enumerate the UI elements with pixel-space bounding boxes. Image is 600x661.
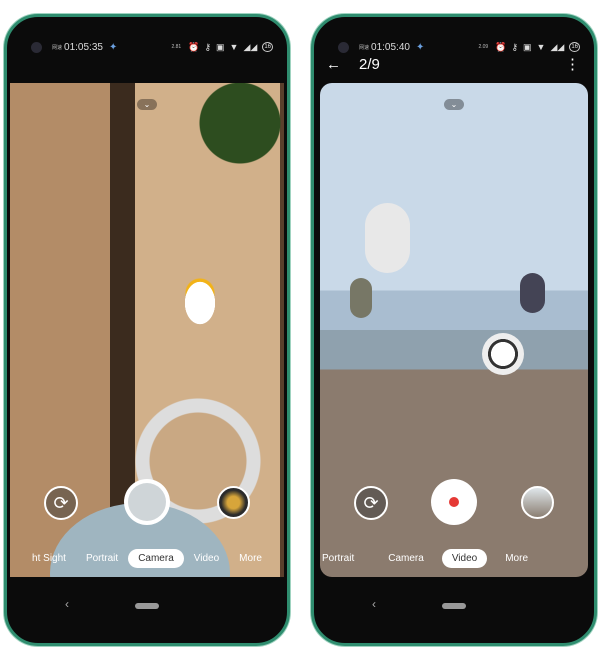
nav-back-icon[interactable]: ‹ <box>65 597 69 611</box>
nav-back-icon[interactable]: ‹ <box>372 597 376 611</box>
mode-selector: ht Sight Portrait Camera Video More <box>10 547 284 569</box>
video-preview[interactable]: ⌄ ⟳ Portrait Camera Video More <box>320 83 588 577</box>
alarm-icon: ⏰ <box>188 41 200 52</box>
status-bar: 网速 01:05:35 ✦ 2.81 ⏰ ⚷ ▣ ▼ ◢◢ 16 <box>31 39 273 55</box>
status-bar: 网速 01:05:40 ✦ 2.09 ⏰ ⚷ ▣ ▼ ◢◢ 16 <box>338 39 580 55</box>
mode-night-sight[interactable]: ht Sight <box>22 549 76 568</box>
alarm-icon: ⏰ <box>495 41 507 52</box>
page-indicator: 2/9 <box>359 55 380 73</box>
signal-icon: ◢◢ <box>243 41 258 52</box>
more-options-icon[interactable]: ⋮ <box>565 55 580 73</box>
phone-left: 网速 01:05:35 ✦ 2.81 ⏰ ⚷ ▣ ▼ ◢◢ 16 ⌄ ⟳ ht … <box>4 14 290 646</box>
chevron-down-icon[interactable]: ⌄ <box>444 99 464 110</box>
home-pill[interactable] <box>135 603 159 609</box>
battery-badge: 16 <box>262 42 273 52</box>
app-notification-icon: ✦ <box>415 41 425 53</box>
viewer-top-bar: ← 2/9 ⋮ <box>326 54 580 74</box>
mode-more[interactable]: More <box>495 549 538 568</box>
record-button[interactable] <box>431 479 477 525</box>
navigation-bar: ‹ <box>7 595 287 615</box>
shutter-button[interactable] <box>124 479 170 525</box>
nfc-icon: ▣ <box>216 41 225 52</box>
key-icon: ⚷ <box>511 41 519 52</box>
mode-selector: Portrait Camera Video More <box>320 547 588 569</box>
mode-camera[interactable]: Camera <box>378 549 434 568</box>
mode-more[interactable]: More <box>229 549 272 568</box>
record-icon <box>449 497 459 507</box>
nfc-icon: ▣ <box>523 41 532 52</box>
photo-subject <box>520 273 545 313</box>
front-camera <box>31 41 42 53</box>
signal-icon: ◢◢ <box>550 41 565 52</box>
status-label: 网速 <box>359 44 370 51</box>
front-camera <box>338 41 349 53</box>
chevron-down-icon[interactable]: ⌄ <box>137 99 157 110</box>
mode-video[interactable]: Video <box>184 549 229 568</box>
gallery-thumbnail[interactable] <box>521 486 554 519</box>
app-notification-icon: ✦ <box>108 41 118 53</box>
gallery-thumbnail[interactable] <box>217 486 250 519</box>
status-time: 01:05:35 <box>64 41 103 53</box>
mode-video[interactable]: Video <box>441 548 488 568</box>
switch-camera-button[interactable]: ⟳ <box>44 486 78 520</box>
phone-right: 网速 01:05:40 ✦ 2.09 ⏰ ⚷ ▣ ▼ ◢◢ 16 ← 2/9 ⋮… <box>311 14 597 646</box>
mode-portrait[interactable]: Portrait <box>320 549 364 568</box>
home-pill[interactable] <box>442 603 466 609</box>
status-time: 01:05:40 <box>371 41 410 53</box>
network-speed: 2.09 <box>478 44 489 50</box>
switch-camera-button[interactable]: ⟳ <box>354 486 388 520</box>
soccer-ball <box>482 333 524 375</box>
navigation-bar: ‹ <box>314 595 594 615</box>
battery-badge: 16 <box>569 42 580 52</box>
photo-subject <box>350 278 372 318</box>
photo-subject <box>365 203 410 273</box>
network-speed: 2.81 <box>171 44 182 50</box>
wifi-icon: ▼ <box>536 42 546 52</box>
status-label: 网速 <box>52 44 63 51</box>
camera-viewfinder[interactable]: ⌄ ⟳ ht Sight Portrait Camera Video More <box>10 83 284 577</box>
mode-camera[interactable]: Camera <box>128 548 184 568</box>
wifi-icon: ▼ <box>229 42 239 52</box>
mode-portrait[interactable]: Portrait <box>76 549 128 568</box>
key-icon: ⚷ <box>204 41 212 52</box>
back-arrow-icon[interactable]: ← <box>326 56 341 73</box>
